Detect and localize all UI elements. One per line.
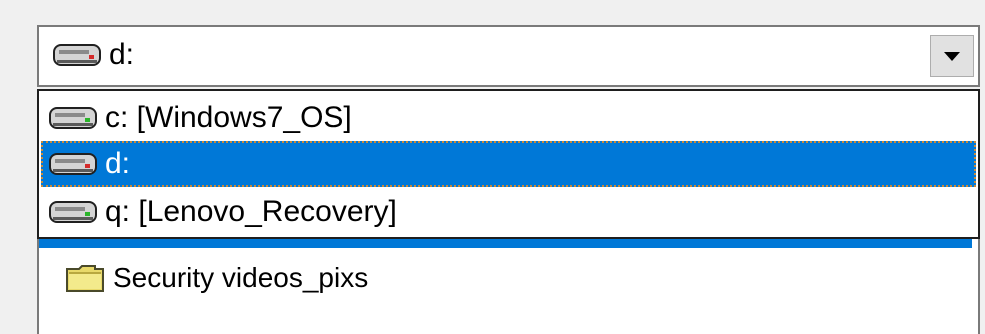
dropdown-button[interactable] bbox=[930, 35, 974, 77]
drive-combobox[interactable]: d: bbox=[37, 25, 980, 87]
hard-drive-icon bbox=[49, 201, 97, 223]
list-item-label: Security videos_pixs bbox=[113, 262, 369, 293]
hard-drive-icon bbox=[49, 107, 97, 129]
drive-option-label: q: [Lenovo_Recovery] bbox=[105, 195, 397, 228]
hard-drive-icon bbox=[49, 153, 97, 175]
drive-option-c[interactable]: c: [Windows7_OS] bbox=[41, 95, 976, 141]
chevron-down-icon bbox=[944, 51, 960, 61]
drive-option-d[interactable]: d: bbox=[41, 141, 976, 187]
drive-selector-panel: d: Security videos_pixs c: [Windows7_OS]… bbox=[0, 0, 985, 334]
drive-option-label: d: bbox=[105, 147, 131, 180]
drive-option-label: c: [Windows7_OS] bbox=[105, 101, 352, 134]
folder-list[interactable]: Security videos_pixs bbox=[37, 228, 980, 334]
drive-option-q[interactable]: q: [Lenovo_Recovery] bbox=[41, 189, 976, 235]
drive-combobox-value[interactable]: d: bbox=[53, 35, 134, 75]
list-item[interactable]: Security videos_pixs bbox=[39, 258, 972, 298]
drive-dropdown-list[interactable]: c: [Windows7_OS] d: q: [Lenovo_Recovery] bbox=[37, 89, 980, 239]
drive-combobox-text: d: bbox=[109, 38, 135, 71]
hard-drive-icon bbox=[53, 44, 101, 66]
folder-icon bbox=[66, 265, 104, 292]
